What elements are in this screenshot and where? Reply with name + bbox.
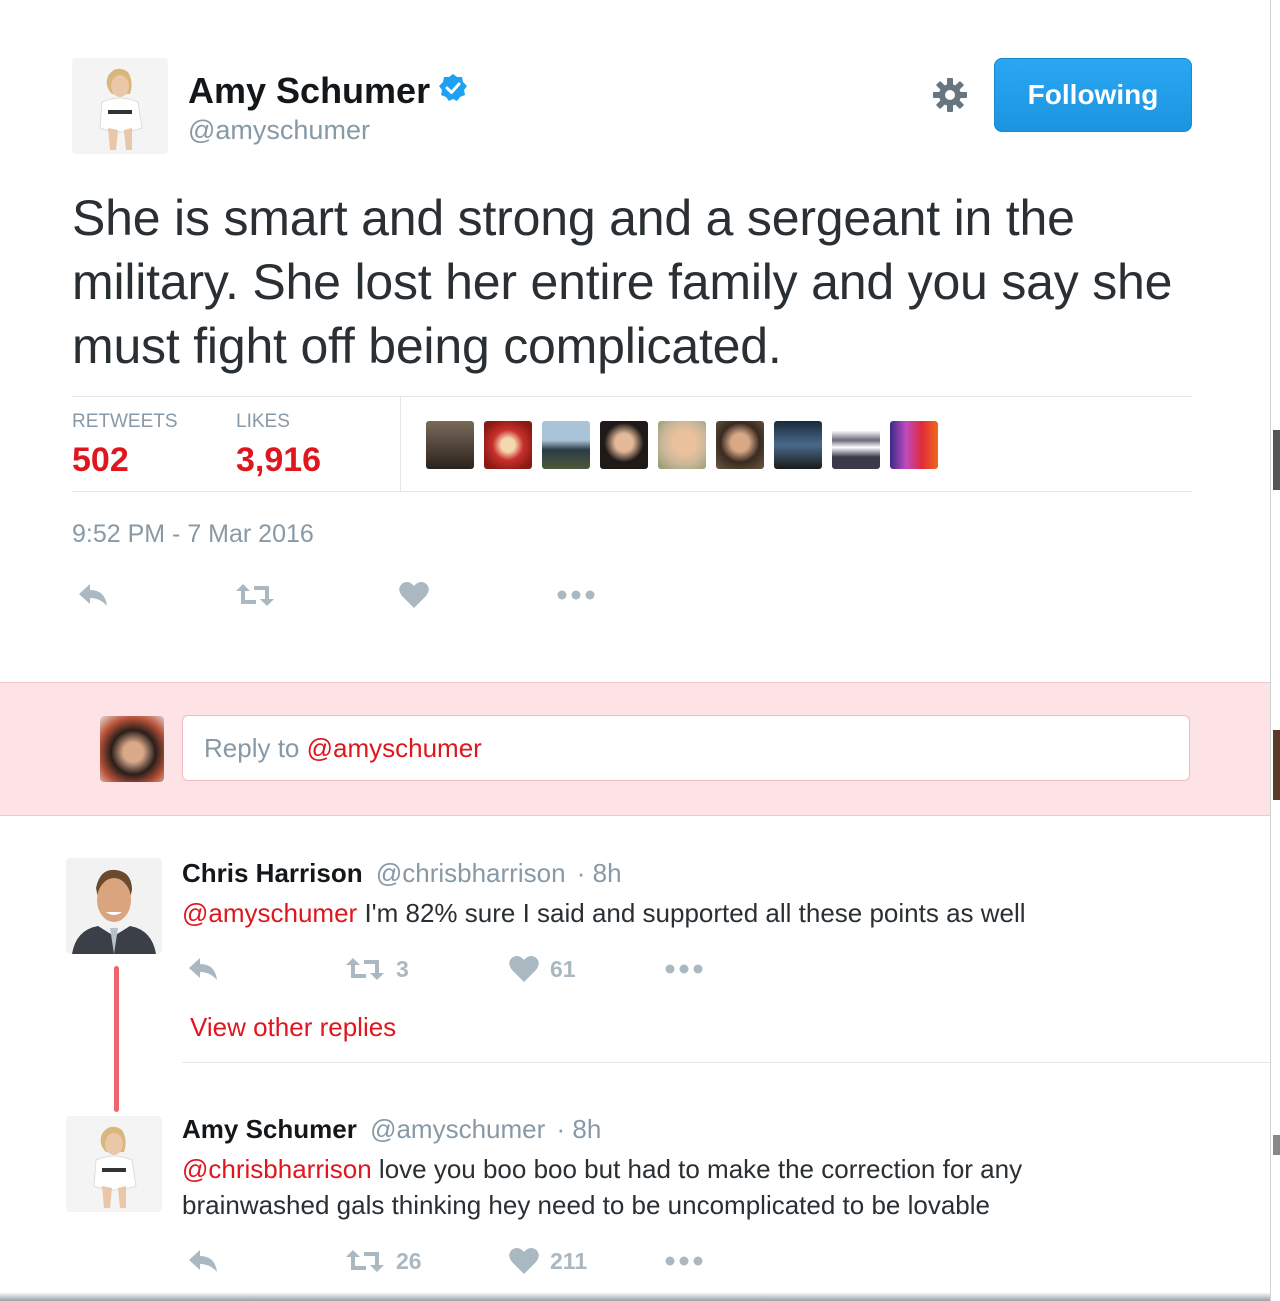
reply-mention[interactable]: @chrisbharrison — [182, 1154, 372, 1184]
reply-header: Chris Harrison @chrisbharrison · 8h — [182, 858, 622, 889]
reply-author-avatar[interactable] — [66, 1116, 162, 1212]
tweet-timestamp[interactable]: 9:52 PM - 7 Mar 2016 — [72, 520, 314, 549]
like-button[interactable] — [398, 580, 430, 610]
likes-count: 3,916 — [236, 441, 322, 479]
reply-input[interactable]: Reply to @amyschumer — [182, 715, 1190, 781]
retweet-button[interactable]: 26 — [344, 1246, 422, 1276]
author-avatar[interactable] — [72, 58, 168, 154]
liker-avatar[interactable] — [832, 421, 880, 469]
author-handle[interactable]: @amyschumer — [188, 115, 370, 146]
retweet-button[interactable] — [234, 580, 276, 610]
likers-avatars — [426, 421, 938, 469]
more-icon — [665, 964, 703, 974]
retweet-count: 3 — [396, 955, 409, 982]
reply-separator — [182, 1062, 1270, 1063]
liker-avatar[interactable] — [600, 421, 648, 469]
reply-text: @amyschumer I'm 82% sure I said and supp… — [182, 895, 1182, 931]
reply-text: @chrisbharrison love you boo boo but had… — [182, 1151, 1122, 1223]
likes-label: LIKES — [236, 411, 290, 432]
tweet-text: She is smart and strong and a sergeant i… — [72, 190, 1173, 374]
verified-badge-icon — [438, 70, 468, 112]
reply-body: I'm 82% sure I said and supported all th… — [357, 898, 1026, 928]
heart-icon — [399, 582, 429, 608]
like-count: 61 — [550, 955, 576, 982]
heart-icon — [509, 1248, 539, 1274]
gear-icon[interactable] — [930, 75, 970, 115]
reply-author-handle[interactable]: @amyschumer — [370, 1114, 545, 1144]
reply-button[interactable] — [186, 954, 220, 984]
liker-avatar[interactable] — [484, 421, 532, 469]
retweets-label: RETWEETS — [72, 411, 178, 432]
current-user-avatar — [100, 716, 164, 782]
like-count: 211 — [550, 1247, 588, 1274]
reply-icon — [79, 584, 107, 606]
reply-author-avatar[interactable] — [66, 858, 162, 954]
heart-icon — [509, 956, 539, 982]
liker-avatar[interactable] — [774, 421, 822, 469]
reply-button[interactable] — [76, 580, 110, 610]
reply-icon — [189, 958, 217, 980]
reply-header: Amy Schumer @amyschumer · 8h — [182, 1114, 601, 1145]
reply-input-prefix: Reply to — [204, 732, 307, 763]
likes-stat[interactable]: LIKES 3,916 — [236, 411, 321, 480]
more-button[interactable] — [664, 1246, 704, 1276]
like-button[interactable]: 61 — [508, 954, 576, 984]
reply-author-handle[interactable]: @chrisbharrison — [376, 858, 566, 888]
reply-time[interactable]: · 8h — [577, 858, 622, 888]
following-button[interactable]: Following — [994, 58, 1192, 132]
retweet-icon — [346, 958, 384, 980]
stats-divider — [400, 397, 401, 491]
liker-avatar[interactable] — [716, 421, 764, 469]
liker-avatar[interactable] — [658, 421, 706, 469]
more-icon — [557, 590, 595, 600]
retweet-count: 26 — [396, 1247, 422, 1274]
liker-avatar[interactable] — [542, 421, 590, 469]
author-name-row: Amy Schumer — [188, 70, 468, 112]
thread-connector — [114, 966, 119, 1112]
author-name[interactable]: Amy Schumer — [188, 70, 430, 112]
liker-avatar[interactable] — [890, 421, 938, 469]
retweets-count: 502 — [72, 441, 129, 479]
retweet-icon — [346, 1250, 384, 1272]
window-bottom-edge — [0, 1292, 1270, 1301]
reply-author-name[interactable]: Chris Harrison — [182, 858, 363, 888]
reply-compose-area: Reply to @amyschumer — [0, 682, 1270, 816]
reply-time[interactable]: · 8h — [557, 1114, 602, 1144]
more-icon — [665, 1256, 703, 1266]
retweet-icon — [236, 584, 274, 606]
more-button[interactable] — [664, 954, 704, 984]
reply-icon — [189, 1250, 217, 1272]
reply-author-name[interactable]: Amy Schumer — [182, 1114, 357, 1144]
reply-input-mention: @amyschumer — [306, 732, 482, 763]
retweets-stat[interactable]: RETWEETS 502 — [72, 411, 178, 480]
liker-avatar[interactable] — [426, 421, 474, 469]
background-window-edge — [1270, 0, 1280, 1301]
reply-mention[interactable]: @amyschumer — [182, 898, 357, 928]
more-button[interactable] — [556, 580, 596, 610]
tweet-stats: RETWEETS 502 LIKES 3,916 — [72, 396, 1192, 492]
view-other-replies-link[interactable]: View other replies — [190, 1012, 396, 1043]
reply-button[interactable] — [186, 1246, 220, 1276]
like-button[interactable]: 211 — [508, 1246, 587, 1276]
retweet-button[interactable]: 3 — [344, 954, 409, 984]
